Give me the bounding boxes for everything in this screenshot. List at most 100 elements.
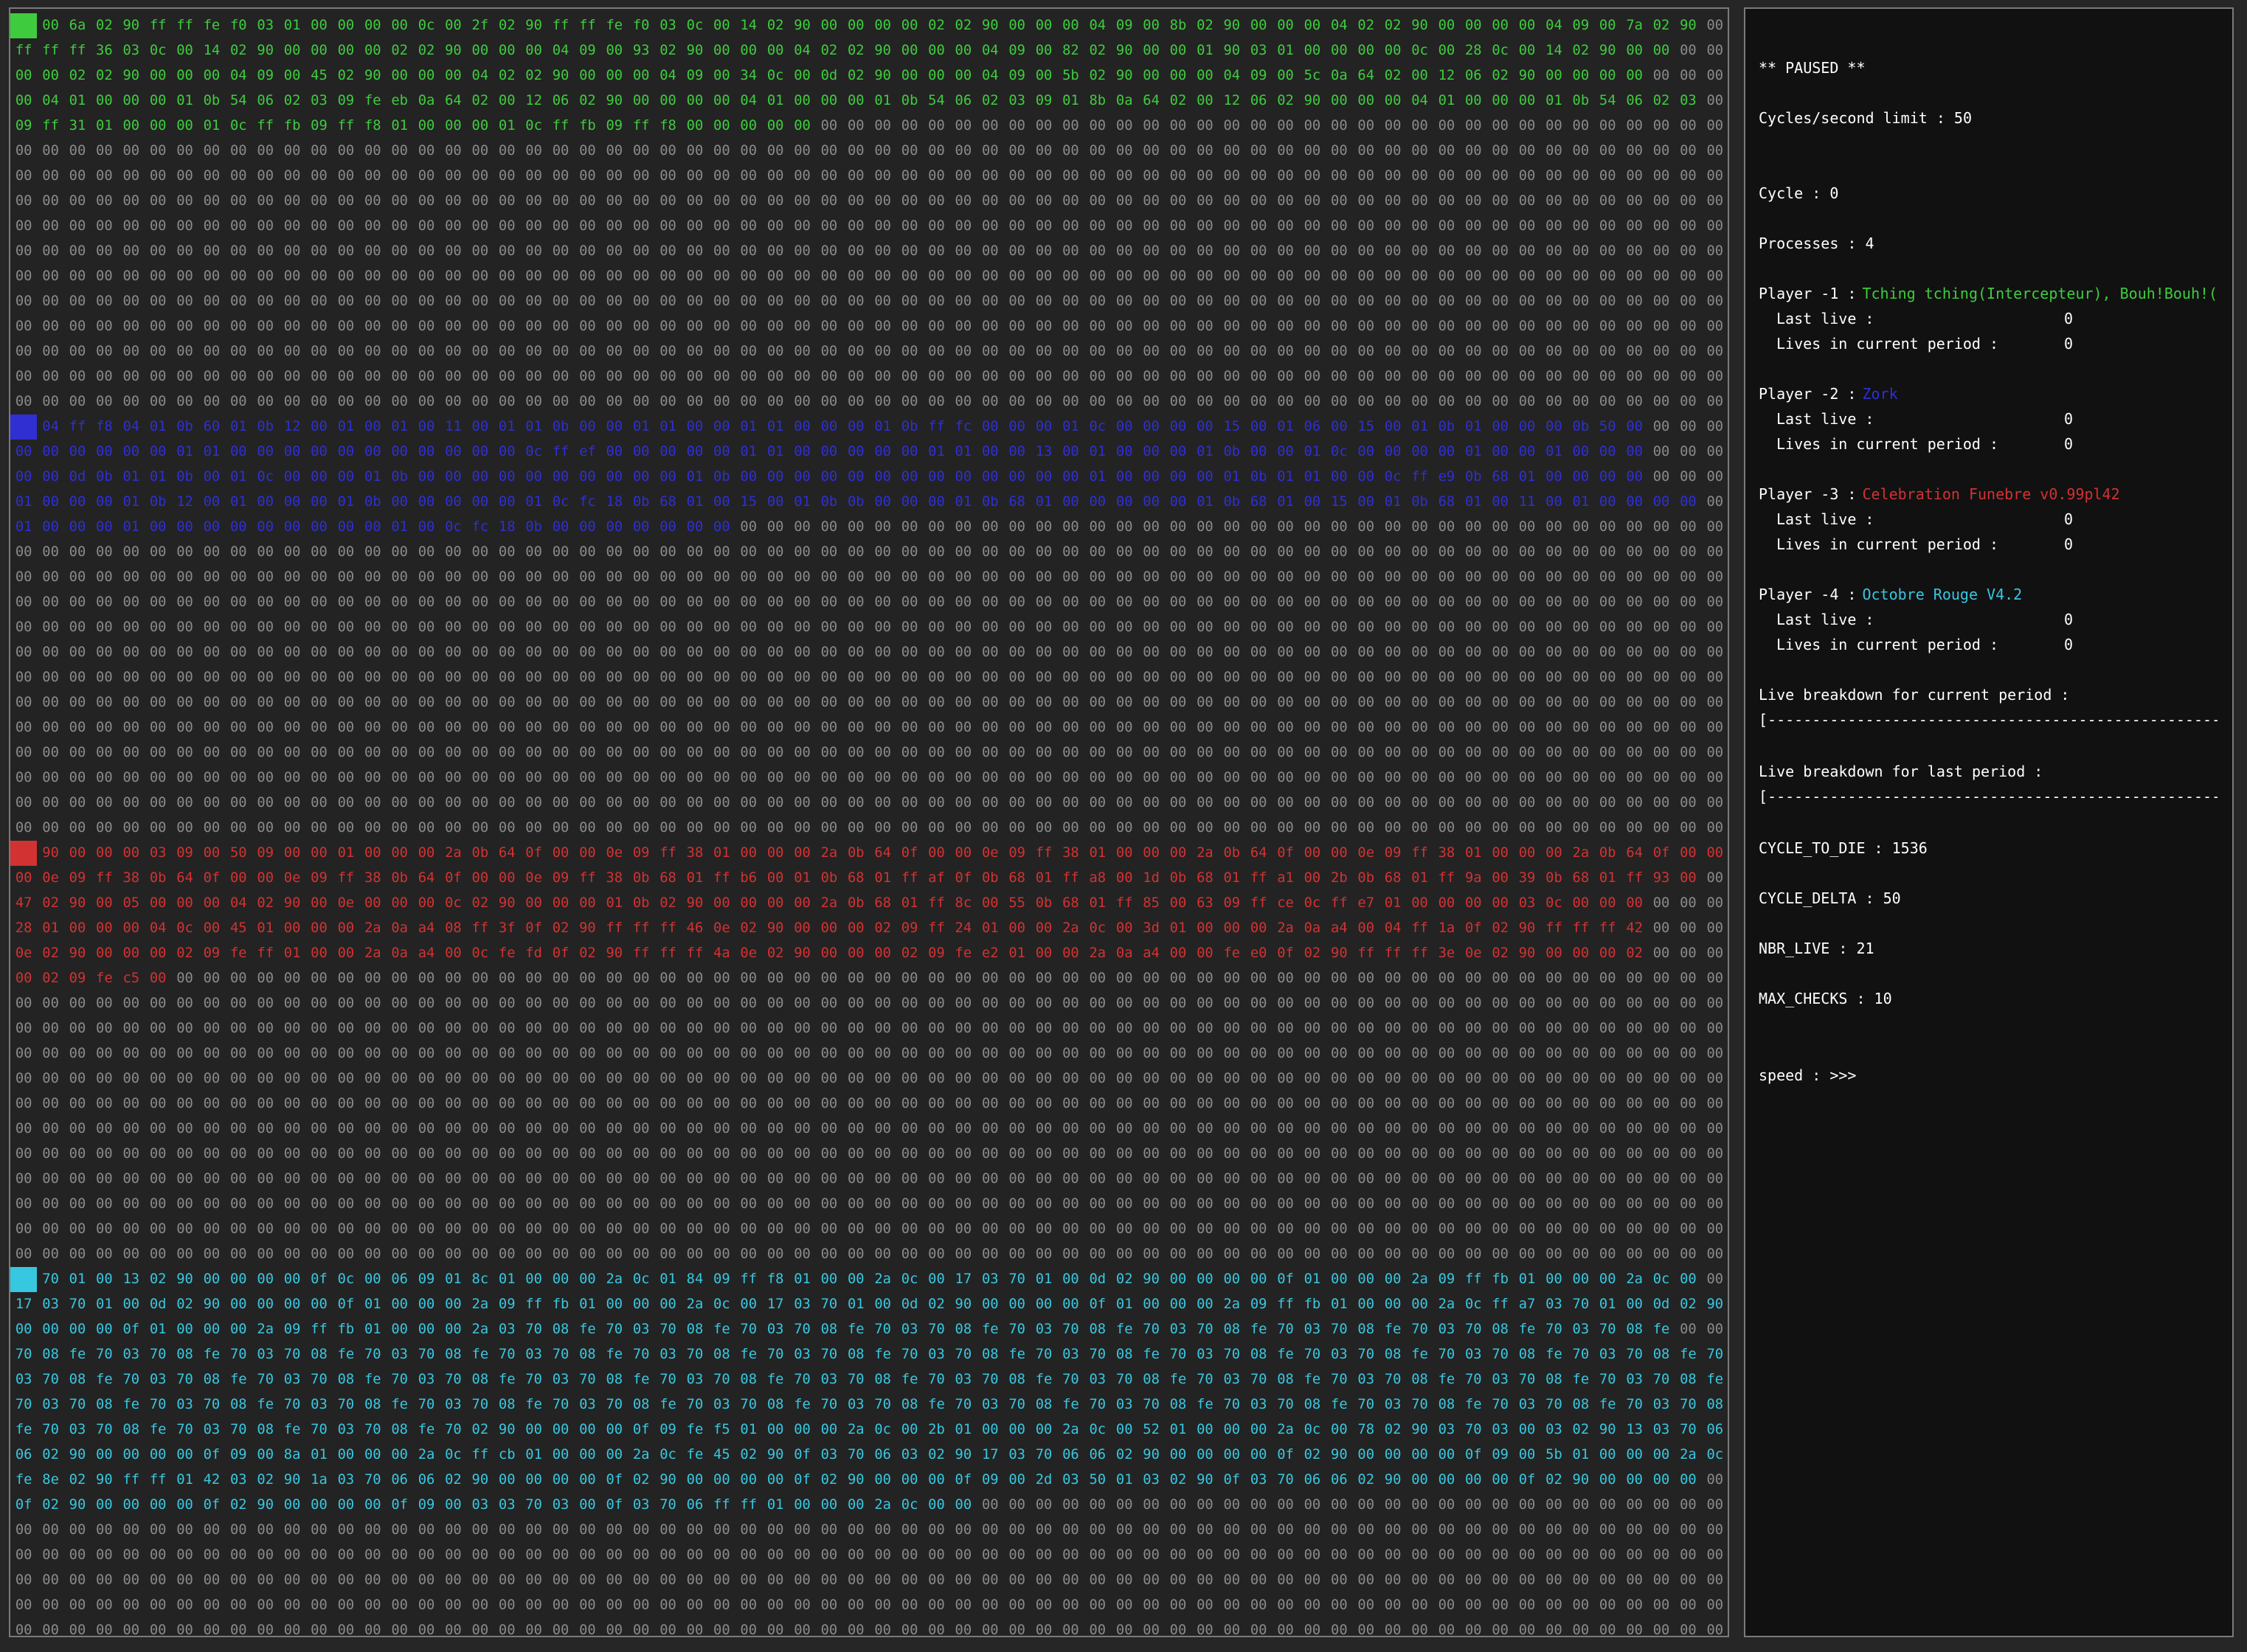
memory-row: 00 00 00 00 00 00 00 00 00 00 00 00 00 00 00 00 00 00 00 00… xyxy=(10,991,1728,1016)
memory-byte: 00 xyxy=(606,1221,623,1237)
memory-byte: 00 xyxy=(1331,344,1348,359)
memory-byte: 00 xyxy=(928,1071,945,1086)
memory-byte: 0b xyxy=(981,870,999,886)
memory-byte: 00 xyxy=(176,895,193,911)
memory-byte: 00 xyxy=(471,670,489,685)
memory-byte: 00 xyxy=(1384,143,1402,159)
memory-byte: 00 xyxy=(1062,620,1079,635)
memory-byte: 00 xyxy=(15,268,32,284)
memory-byte: 0b xyxy=(1464,469,1482,485)
memory-byte: 00 xyxy=(820,569,838,585)
memory-byte: 01 xyxy=(122,469,140,485)
memory-byte: 00 xyxy=(659,645,676,660)
memory-byte: 00 xyxy=(1706,193,1724,209)
memory-byte: 04 xyxy=(230,68,247,83)
memory-byte: 00 xyxy=(1492,143,1509,159)
memory-byte: 00 xyxy=(203,1597,221,1613)
player-3-label: Player -3 : xyxy=(1759,485,1857,503)
memory-byte: 00 xyxy=(847,971,865,986)
memory-byte: fe xyxy=(1035,1372,1053,1387)
memory-byte: 02 xyxy=(901,945,918,961)
memory-byte: 00 xyxy=(1197,1021,1213,1036)
memory-byte: 00 xyxy=(96,820,113,836)
memory-byte: 70 xyxy=(659,1497,676,1513)
memory-byte: 00 xyxy=(1223,143,1241,159)
memory-byte: 01 xyxy=(1169,920,1187,936)
memory-byte: 00 xyxy=(337,444,355,459)
memory-byte: 90 xyxy=(498,1422,516,1437)
memory-byte: 00 xyxy=(713,243,730,259)
memory-byte: 00 xyxy=(1008,1196,1025,1212)
memory-byte: 00 xyxy=(391,1522,408,1538)
memory-byte: 08 xyxy=(42,1347,59,1362)
memory-byte: 00 xyxy=(847,1522,865,1538)
memory-byte: 0c xyxy=(901,1497,918,1513)
memory-byte: 00 xyxy=(418,1572,435,1588)
memory-byte: 00 xyxy=(1438,569,1455,585)
memory-byte: 00 xyxy=(1143,519,1160,535)
memory-byte: 00 xyxy=(69,218,86,234)
memory-byte: 01 xyxy=(337,419,355,434)
memory-byte: 00 xyxy=(418,294,435,309)
memory-byte: 00 xyxy=(820,544,838,560)
memory-byte: 00 xyxy=(471,620,489,635)
memory-byte: 00 xyxy=(1680,870,1697,886)
memory-byte: 01 xyxy=(1115,1472,1133,1488)
memory-byte: 00 xyxy=(713,1071,730,1086)
memory-byte: 78 xyxy=(1357,1422,1375,1437)
memory-byte: 00 xyxy=(1599,1071,1616,1086)
memory-byte: 00 xyxy=(740,1572,758,1588)
memory-byte: 00 xyxy=(606,996,623,1011)
memory-byte: 06 xyxy=(874,1447,891,1462)
memory-byte: 00 xyxy=(1384,394,1402,409)
memory-byte: 00 xyxy=(1250,268,1267,284)
memory-row: 01 00 00 00 01 00 00 00 00 00 00 00 00 00 01 00 0c fc 18 0b… xyxy=(10,515,1728,540)
memory-byte: 0b xyxy=(632,895,650,911)
memory-byte: 00 xyxy=(1411,1597,1428,1613)
memory-byte: 00 xyxy=(1357,369,1375,384)
memory-byte: 00 xyxy=(981,1246,999,1262)
memory-byte: 00 xyxy=(740,519,758,535)
player-1-lives-period: Lives in current period :0 xyxy=(1776,333,2073,354)
memory-byte: 00 xyxy=(418,193,435,209)
memory-byte: 0c xyxy=(1411,43,1428,58)
memory-byte: 12 xyxy=(1438,68,1455,83)
memory-byte: 00 xyxy=(659,670,676,685)
memory-byte: 09 xyxy=(1438,1271,1455,1287)
memory-byte: 00 xyxy=(1680,745,1697,760)
memory-byte: 00 xyxy=(1035,1622,1053,1637)
memory-byte: 00 xyxy=(928,1497,945,1513)
memory-byte: 00 xyxy=(1143,319,1160,334)
memory-byte: 00 xyxy=(847,1497,865,1513)
memory-byte: 00 xyxy=(418,469,435,485)
memory-byte: 00 xyxy=(847,519,865,535)
memory-byte: 00 xyxy=(1706,620,1724,635)
memory-byte: 00 xyxy=(1197,218,1213,234)
memory-byte: 00 xyxy=(1652,1622,1670,1637)
memory-byte: 00 xyxy=(69,569,86,585)
memory-byte: 00 xyxy=(311,745,328,760)
memory-byte: 00 xyxy=(1411,294,1428,309)
memory-byte: 00 xyxy=(1464,594,1482,610)
memory-byte: 00 xyxy=(794,1522,811,1538)
memory-byte: 00 xyxy=(794,1146,811,1162)
memory-byte: 00 xyxy=(445,1297,462,1312)
memory-byte: 0c xyxy=(337,1271,355,1287)
memory-byte: 00 xyxy=(981,720,999,735)
memory-byte: 04 xyxy=(1331,18,1348,33)
memory-byte: 00 xyxy=(820,1497,838,1513)
memory-byte: 00 xyxy=(1089,1597,1107,1613)
memory-byte: 00 xyxy=(632,620,650,635)
memory-byte: 00 xyxy=(1680,1572,1697,1588)
memory-byte: 90 xyxy=(1331,945,1348,961)
memory-byte: 00 xyxy=(1223,670,1241,685)
memory-byte: 00 xyxy=(203,344,221,359)
memory-byte: 00 xyxy=(445,770,462,785)
memory-row: 00 0e 09 ff 38 0b 64 0f 00 00 0e 09 ff 38 0b 64 0f 00 00 0e… xyxy=(10,866,1728,891)
memory-byte: fe xyxy=(1197,1397,1213,1412)
memory-byte: 00 xyxy=(1652,193,1670,209)
memory-byte: 64 xyxy=(498,845,516,861)
memory-byte: 00 xyxy=(820,1522,838,1538)
memory-byte: 00 xyxy=(1411,594,1428,610)
memory-byte: 00 xyxy=(1062,494,1079,510)
